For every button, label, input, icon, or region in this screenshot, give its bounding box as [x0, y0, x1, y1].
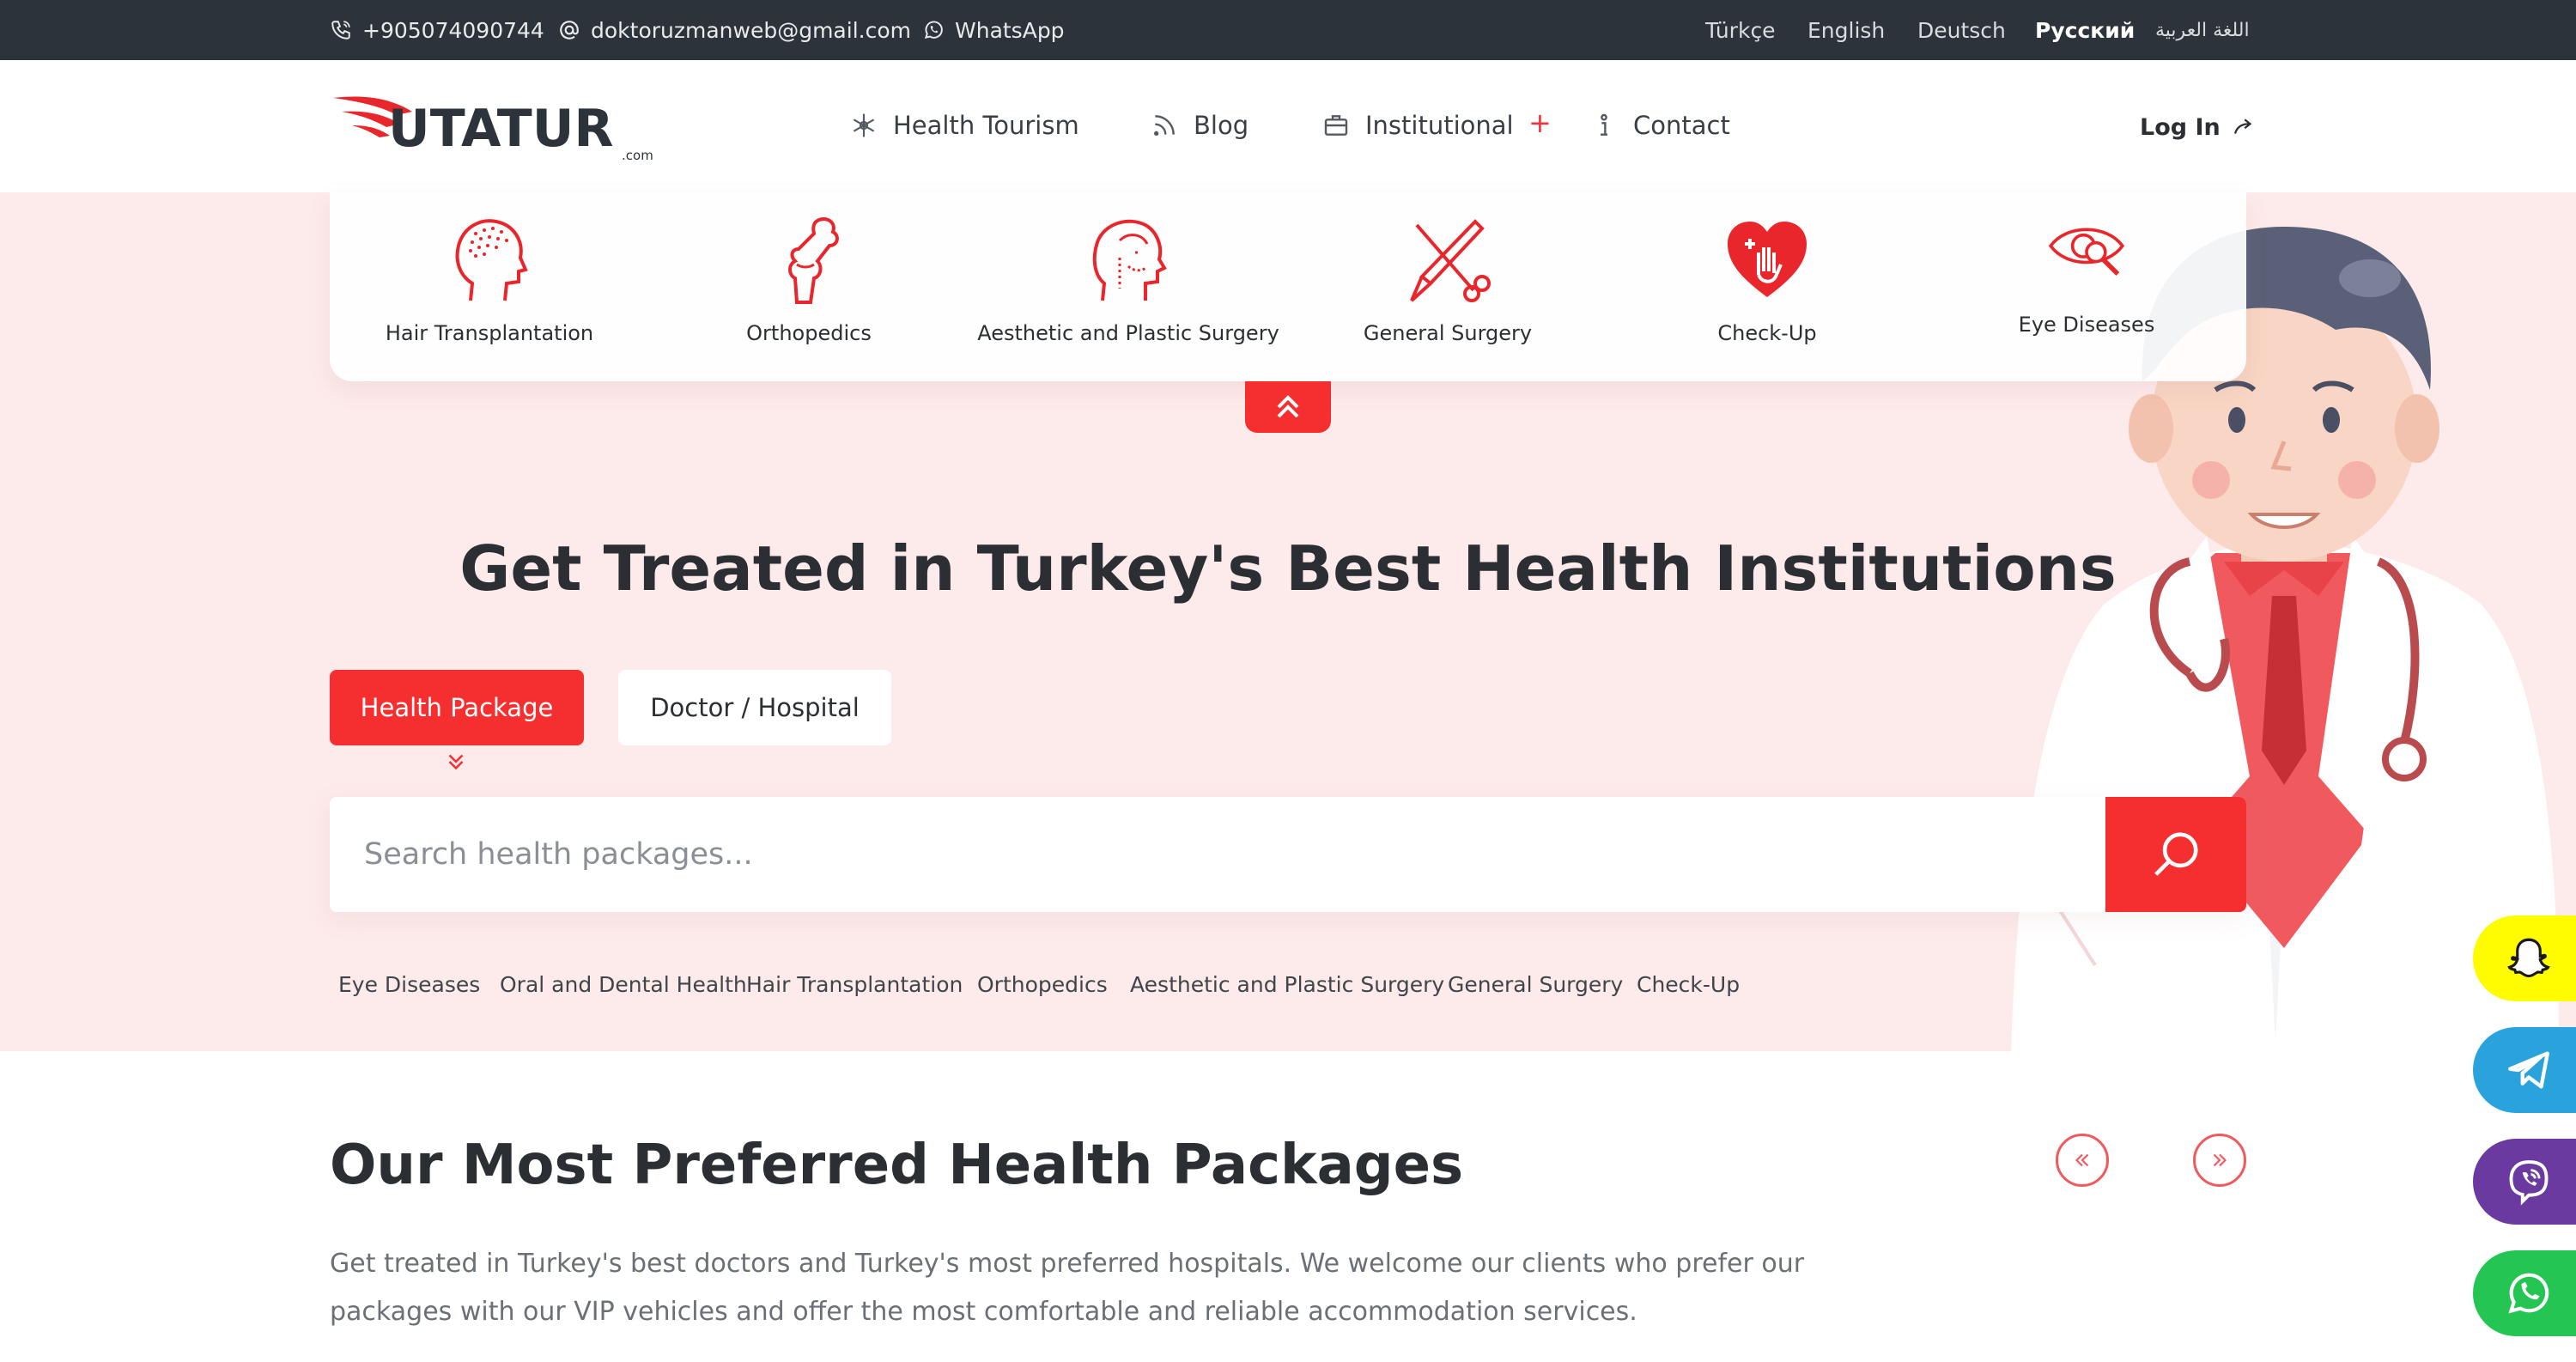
telegram-icon [2508, 1051, 2549, 1089]
whatsapp-small-icon [924, 21, 943, 40]
nav-health-tourism[interactable]: Health Tourism [850, 101, 1079, 149]
phone-number: +905074090744 [362, 17, 544, 43]
section-description: Get treated in Turkey's best doctors and… [330, 1249, 1805, 1327]
category-hair-transplantation[interactable]: Hair Transplantation [330, 215, 649, 361]
telegram-button[interactable] [2473, 1027, 2576, 1113]
double-chevron-left-icon [2075, 1153, 2089, 1167]
info-icon [1601, 113, 1607, 136]
double-chevron-up-icon [1277, 395, 1299, 418]
tab-health-package[interactable]: Health Package [330, 670, 584, 745]
category-eye-diseases[interactable]: Eye Diseases [1927, 215, 2246, 361]
category-label: Check-Up [1717, 321, 1817, 345]
nav-health-tourism-label: Health Tourism [893, 111, 1079, 140]
email-address: doktoruzmanweb@gmail.com [591, 17, 911, 43]
lang-turkish[interactable]: Türkçe [1705, 0, 1776, 60]
lang-english[interactable]: English [1807, 0, 1885, 60]
whatsapp-icon [2508, 1273, 2549, 1314]
double-chevron-right-icon [2213, 1153, 2227, 1167]
bone-icon [788, 217, 839, 304]
hero-title: Get Treated in Turkey's Best Health Inst… [459, 532, 2117, 605]
login-label: Log In [2140, 113, 2221, 141]
heart-hand-icon [1728, 222, 1807, 297]
quick-link-general-surgery[interactable]: General Surgery [1448, 972, 1623, 997]
viber-icon [2509, 1160, 2549, 1206]
whatsapp-label: WhatsApp [955, 17, 1065, 43]
category-label: Eye Diseases [2018, 313, 2155, 337]
briefcase-icon [1324, 115, 1348, 136]
eye-icon [2048, 228, 2125, 277]
hair-transplant-icon [455, 219, 528, 301]
collapse-categories-button[interactable] [1245, 381, 1331, 433]
category-aesthetic-plastic-surgery[interactable]: Aesthetic and Plastic Surgery [969, 215, 1288, 361]
category-label: General Surgery [1363, 321, 1533, 345]
quick-link-check-up[interactable]: Check-Up [1637, 972, 1740, 997]
lang-german[interactable]: Deutsch [1917, 0, 2006, 60]
lang-russian[interactable]: Русский [2035, 0, 2135, 60]
scalpel-icon [1410, 219, 1491, 302]
nav-contact-label: Contact [1633, 111, 1730, 140]
login-button[interactable]: Log In [2140, 108, 2257, 146]
at-sign-icon [560, 21, 579, 40]
snapchat-icon [2507, 938, 2550, 978]
quick-link-eye-diseases[interactable]: Eye Diseases [338, 972, 480, 997]
quick-link-oral-dental[interactable]: Oral and Dental Health [500, 972, 747, 997]
quick-link-hair-transplantation[interactable]: Hair Transplantation [746, 972, 963, 997]
category-check-up[interactable]: Check-Up [1607, 215, 1927, 361]
nav-institutional[interactable]: Institutional [1322, 101, 1514, 149]
email-link[interactable]: doktoruzmanweb@gmail.com [558, 0, 911, 60]
phone-icon [331, 21, 350, 40]
category-label: Orthopedics [746, 321, 872, 345]
quick-link-orthopedics[interactable]: Orthopedics [977, 972, 1108, 997]
carousel-next-button[interactable] [2193, 1134, 2246, 1187]
whatsapp-link[interactable]: WhatsApp [922, 0, 1065, 60]
section-title: Our Most Preferred Health Packages [330, 1134, 1464, 1197]
utatur-logo[interactable]: UTATUR .com [330, 89, 665, 161]
face-icon [1092, 219, 1167, 301]
search-input[interactable] [364, 797, 2081, 912]
lang-arabic[interactable]: اللغة العربية [2155, 0, 2250, 60]
viber-button[interactable] [2473, 1139, 2576, 1225]
institutional-expand-icon[interactable]: + [1528, 106, 1552, 139]
nav-blog-label: Blog [1194, 111, 1249, 140]
phone-link[interactable]: +905074090744 [330, 0, 544, 60]
category-label: Hair Transplantation [385, 321, 594, 345]
snowflake-medical-icon [853, 113, 875, 137]
nav-institutional-label: Institutional [1365, 111, 1514, 140]
tab-doctor-hospital[interactable]: Doctor / Hospital [618, 670, 891, 745]
whatsapp-button[interactable] [2473, 1250, 2576, 1336]
logo-wordmark: UTATUR [388, 99, 614, 159]
category-general-surgery[interactable]: General Surgery [1288, 215, 1607, 361]
category-label: Aesthetic and Plastic Surgery [977, 321, 1279, 345]
carousel-prev-button[interactable] [2056, 1134, 2109, 1187]
rss-icon [1154, 115, 1175, 136]
double-chevron-down-icon [448, 754, 464, 770]
snapchat-button[interactable] [2473, 915, 2576, 1001]
top-contact-bar: +905074090744 doktoruzmanweb@gmail.com W… [0, 0, 2576, 60]
category-orthopedics[interactable]: Orthopedics [649, 215, 969, 361]
nav-blog[interactable]: Blog [1151, 101, 1249, 149]
search-bar [330, 797, 2246, 912]
quick-link-aesthetic-plastic[interactable]: Aesthetic and Plastic Surgery [1130, 972, 1444, 997]
logo-suffix: .com [622, 148, 653, 161]
search-button[interactable] [2105, 797, 2246, 912]
search-icon [2154, 832, 2198, 876]
login-arrow-icon [2233, 119, 2252, 134]
nav-contact[interactable]: Contact [1590, 101, 1730, 149]
